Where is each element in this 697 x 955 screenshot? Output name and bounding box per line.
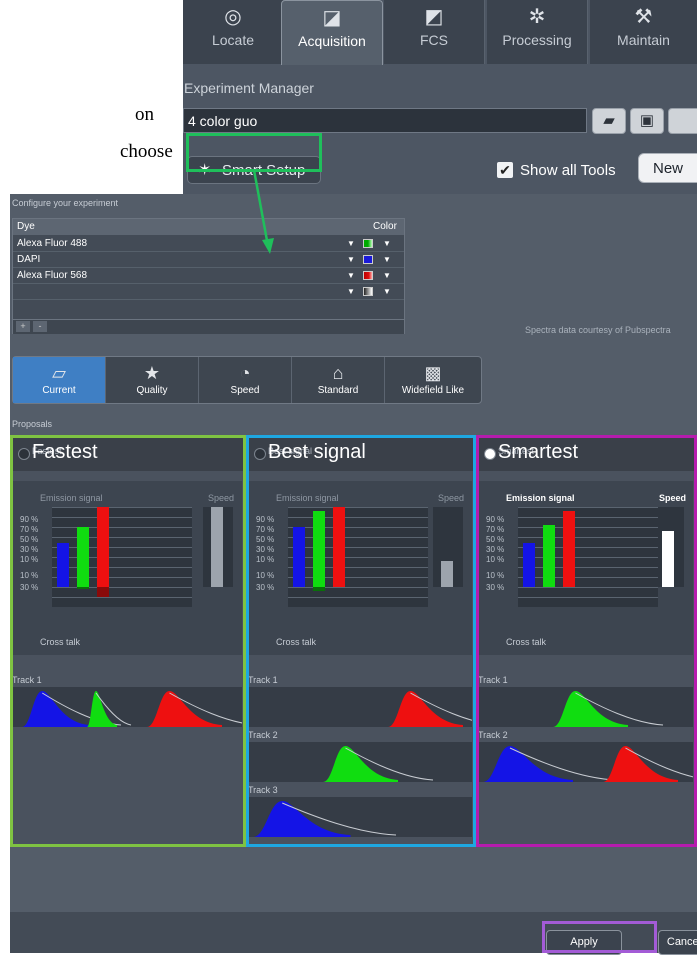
- experiment-manager-title: Experiment Manager: [184, 80, 314, 96]
- home-icon: ⌂: [332, 363, 344, 383]
- mode-standard[interactable]: ⌂ Standard: [292, 357, 385, 403]
- mode-selector: ▱ Current ★ Quality ◔ Speed ⌂ Standard ▩…: [12, 356, 482, 404]
- maintain-icon: ⚒: [634, 6, 653, 28]
- tab-acquisition[interactable]: ◪ Acquisition: [281, 0, 383, 65]
- dye-name: DAPI: [17, 254, 41, 265]
- fcs-icon: ◩: [424, 6, 444, 28]
- smart-setup-highlight: [186, 133, 322, 172]
- dye-table-header: Dye Color: [13, 219, 404, 235]
- mode-quality[interactable]: ★ Quality: [106, 357, 199, 403]
- color-swatch[interactable]: [363, 287, 373, 296]
- add-dye-button[interactable]: +: [16, 321, 30, 332]
- tab-acquisition-label: Acquisition: [298, 33, 366, 49]
- dye-row[interactable]: DAPI ▼ ▼: [13, 252, 404, 268]
- tab-locate-label: Locate: [211, 32, 255, 48]
- mode-widefield-like[interactable]: ▩ Widefield Like: [385, 357, 481, 403]
- dropdown-arrow-icon[interactable]: ▼: [347, 236, 355, 251]
- locate-icon: ◎: [224, 6, 242, 28]
- star-icon: ★: [143, 363, 161, 383]
- remove-dye-button[interactable]: -: [33, 321, 47, 332]
- speedometer-icon: ◔: [239, 363, 251, 383]
- tab-maintain-label: Maintain: [617, 32, 670, 48]
- document-text-line-1: on: [135, 104, 154, 125]
- dye-row[interactable]: ▼ ▼: [13, 284, 404, 300]
- tab-processing[interactable]: ✲ Processing: [487, 0, 588, 64]
- tab-processing-label: Processing: [502, 32, 572, 48]
- experiment-name-field[interactable]: 4 color guo: [183, 108, 587, 133]
- dropdown-arrow-icon[interactable]: ▼: [383, 284, 391, 299]
- acquisition-icon: ◪: [322, 7, 342, 29]
- apply-highlight: [542, 921, 657, 953]
- color-swatch[interactable]: [363, 255, 373, 264]
- mode-current-label: Current: [42, 385, 76, 396]
- mode-widefield-label: Widefield Like: [401, 385, 465, 396]
- proposal-highlight-border: [10, 435, 246, 847]
- dropdown-arrow-icon[interactable]: ▼: [347, 268, 355, 283]
- color-swatch[interactable]: [363, 271, 373, 280]
- processing-icon: ✲: [528, 6, 546, 28]
- proposals-title: Proposals: [12, 419, 53, 429]
- dropdown-arrow-icon[interactable]: ▼: [347, 252, 355, 267]
- checkmark-icon: ✔: [499, 162, 511, 178]
- current-icon: ▱: [52, 363, 66, 383]
- dye-table-toolbar: + -: [13, 319, 404, 334]
- color-swatch[interactable]: [363, 239, 373, 248]
- new-button[interactable]: New: [638, 153, 697, 183]
- color-column-header: Color: [373, 221, 397, 232]
- tab-maintain[interactable]: ⚒ Maintain: [590, 0, 697, 64]
- mode-speed[interactable]: ◔ Speed: [199, 357, 292, 403]
- dropdown-arrow-icon[interactable]: ▼: [383, 268, 391, 283]
- dye-row[interactable]: Alexa Fluor 488 ▼ ▼: [13, 236, 404, 252]
- dye-table: Dye Color Alexa Fluor 488 ▼ ▼ DAPI ▼ ▼ A…: [12, 218, 405, 334]
- cancel-button[interactable]: Cancel: [658, 930, 697, 955]
- tab-fcs[interactable]: ◩ FCS: [384, 0, 485, 64]
- tab-locate[interactable]: ◎ Locate: [183, 0, 284, 64]
- dye-name: Alexa Fluor 568: [17, 270, 88, 281]
- dye-name: Alexa Fluor 488: [17, 238, 88, 249]
- dropdown-arrow-icon[interactable]: ▼: [347, 284, 355, 299]
- mode-standard-label: Standard: [317, 385, 359, 396]
- mode-quality-label: Quality: [136, 385, 168, 396]
- mode-speed-label: Speed: [230, 385, 260, 396]
- dye-row[interactable]: Alexa Fluor 568 ▼ ▼: [13, 268, 404, 284]
- mode-current[interactable]: ▱ Current: [13, 357, 106, 403]
- show-all-tools-label: Show all Tools: [520, 162, 616, 179]
- open-button[interactable]: ▰: [592, 108, 626, 134]
- spectra-credit: Spectra data courtesy of Pubspectra: [525, 325, 671, 335]
- folder-open-icon: ▰: [603, 112, 615, 129]
- save-button[interactable]: ▣: [630, 108, 664, 134]
- widefield-icon: ▩: [424, 363, 442, 383]
- configure-title: Configure your experiment: [12, 198, 119, 208]
- dropdown-arrow-icon[interactable]: ▼: [383, 236, 391, 251]
- tab-fcs-label: FCS: [420, 32, 448, 48]
- more-button[interactable]: [668, 108, 697, 134]
- proposal-highlight-border: [476, 435, 697, 847]
- annotation-arrow: [252, 169, 274, 254]
- proposal-highlight-border: [246, 435, 476, 847]
- show-all-tools-checkbox[interactable]: ✔: [497, 162, 513, 178]
- floppy-disk-icon: ▣: [639, 112, 655, 129]
- dye-column-header: Dye: [17, 221, 35, 232]
- dropdown-arrow-icon[interactable]: ▼: [383, 252, 391, 267]
